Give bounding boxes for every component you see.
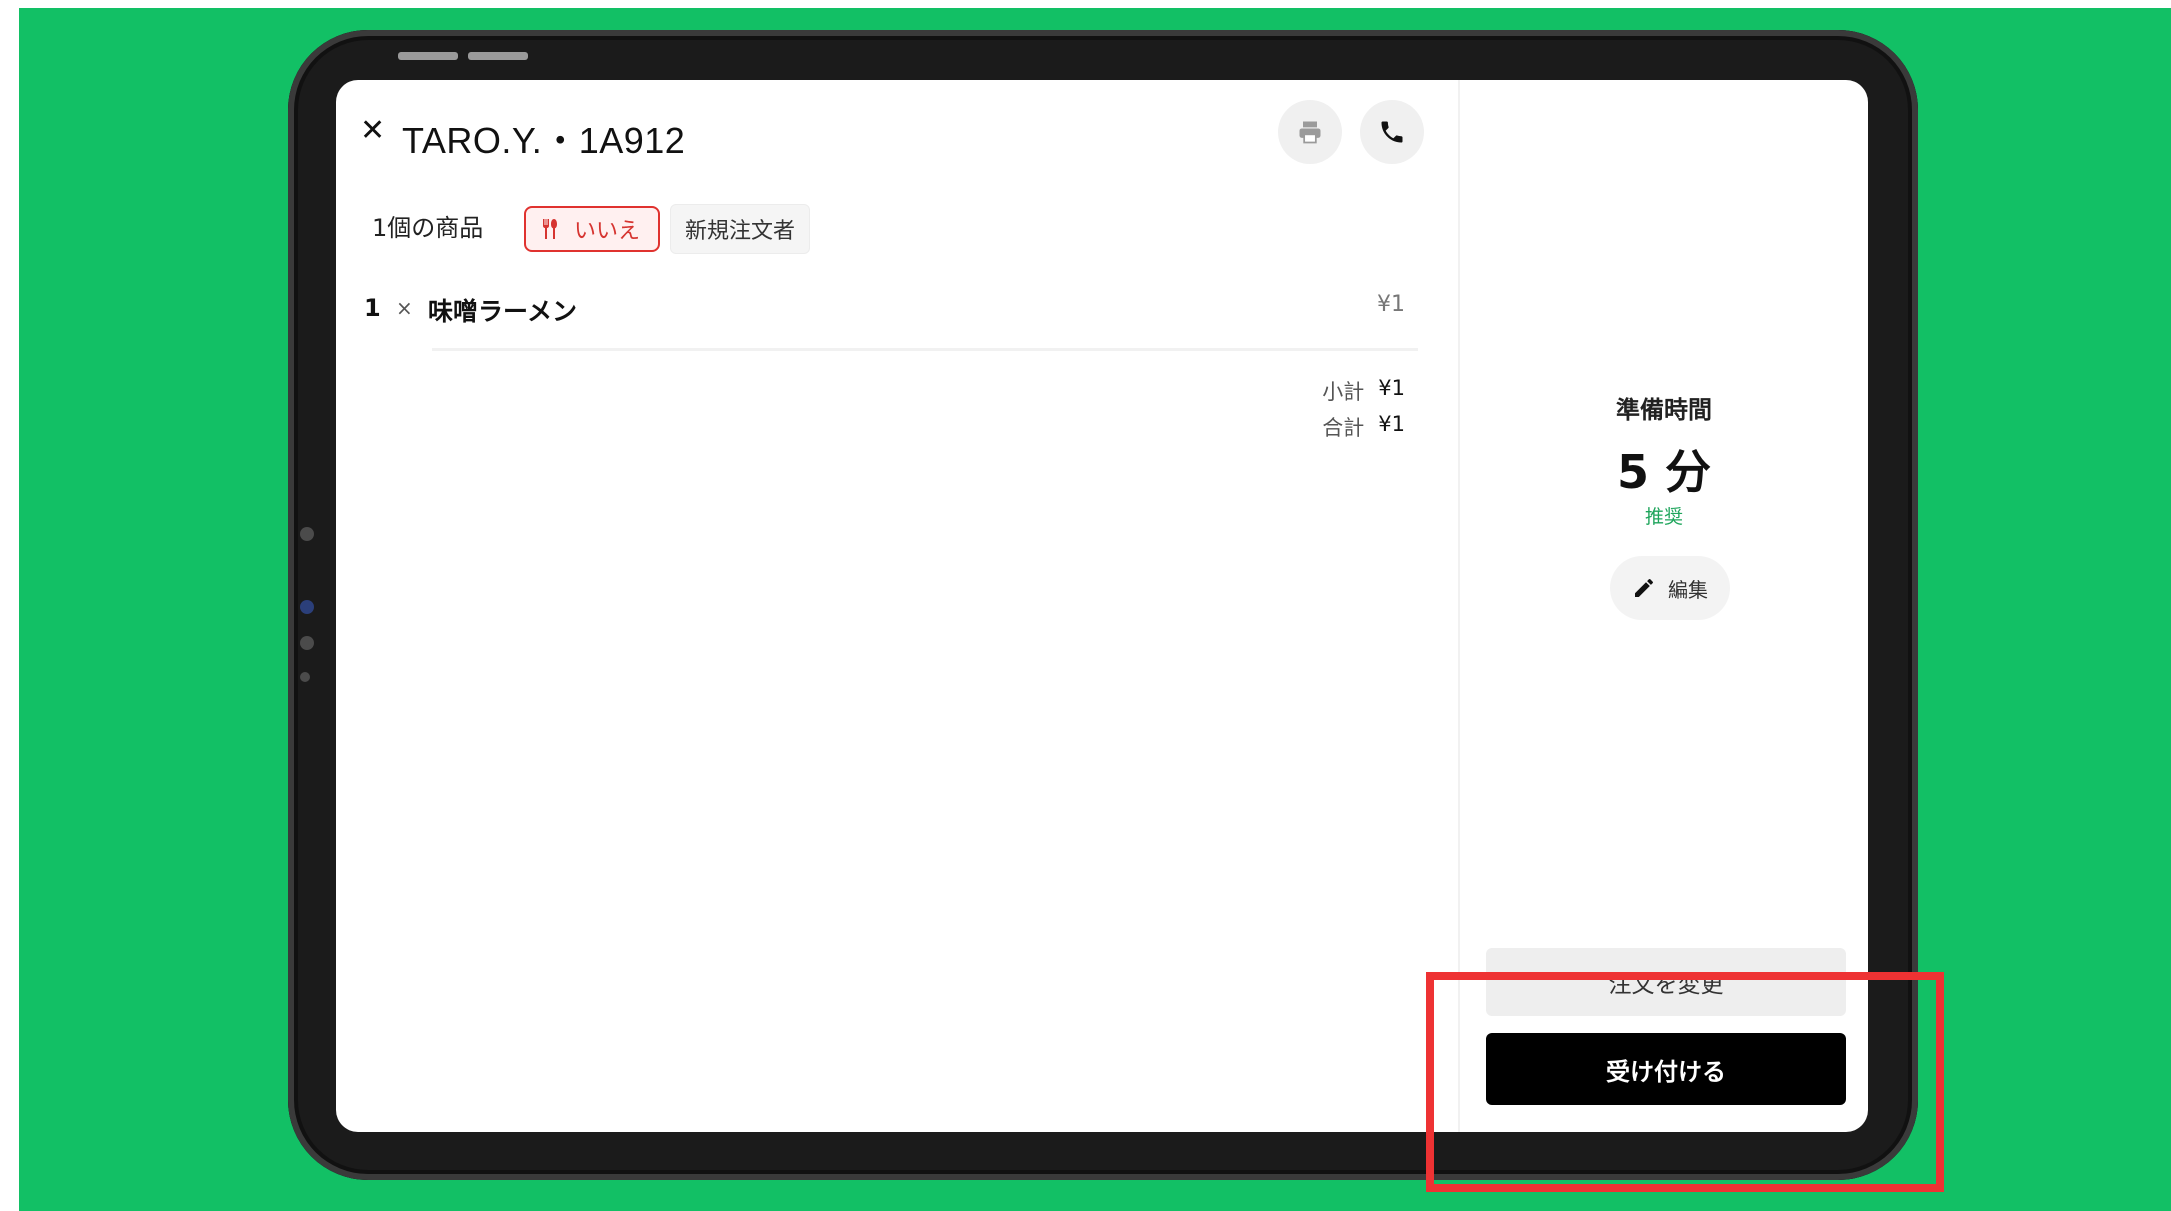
edit-prep-time-button[interactable]: 編集 [1610, 556, 1730, 620]
utensils-icon [543, 219, 557, 239]
printer-icon [1299, 121, 1321, 144]
sensor-dot [300, 636, 314, 650]
change-order-label: 注文を変更 [1608, 972, 1724, 998]
edit-label: 編集 [1668, 577, 1708, 602]
item-price: ¥1 [1377, 292, 1405, 317]
print-button[interactable] [1278, 100, 1342, 164]
camera-dot [300, 527, 314, 541]
app-screen: ✕ TARO.Y.・1A912 1個の商品 いいえ 新規注文者 1 × 味噌ラー [336, 80, 1868, 1132]
prep-time-label: 準備時間 [1616, 396, 1712, 424]
utensils-badge: いいえ [524, 206, 660, 252]
subtotal-label: 小計 [1322, 380, 1365, 404]
accept-order-button[interactable]: 受け付ける [1486, 1033, 1846, 1105]
total-label: 合計 [1322, 416, 1365, 440]
subtotal-row: 小計 ¥1 [1322, 376, 1405, 406]
prep-time-value: 5 分 [1616, 445, 1712, 499]
prep-time-pane: 準備時間 5 分 推奨 編集 注文を変更 受け付ける [1460, 80, 1868, 1132]
item-name: 味噌ラーメン [428, 297, 578, 326]
item-times-sign: × [396, 296, 413, 320]
prep-recommended-label: 推奨 [1644, 506, 1683, 528]
item-count: 1個の商品 [372, 214, 484, 242]
close-icon[interactable]: ✕ [360, 116, 385, 146]
call-button[interactable] [1360, 100, 1424, 164]
accept-label: 受け付ける [1606, 1057, 1726, 1086]
camera-lens [300, 600, 314, 614]
new-customer-badge: 新規注文者 [670, 204, 810, 254]
divider [432, 348, 1418, 351]
change-order-button[interactable]: 注文を変更 [1486, 948, 1846, 1016]
phone-icon [1381, 121, 1403, 143]
utensils-label: いいえ [574, 219, 641, 244]
pencil-icon [1635, 579, 1653, 597]
tablet-button [398, 52, 458, 60]
order-title: TARO.Y.・1A912 [402, 120, 686, 161]
tablet-button [468, 52, 528, 60]
total-value: ¥1 [1378, 412, 1405, 436]
sensor-dot [300, 672, 310, 682]
total-row: 合計 ¥1 [1322, 412, 1405, 442]
subtotal-value: ¥1 [1378, 376, 1405, 400]
order-details-pane: ✕ TARO.Y.・1A912 1個の商品 いいえ 新規注文者 1 × 味噌ラー [336, 80, 1458, 1132]
item-quantity: 1 [364, 294, 381, 322]
